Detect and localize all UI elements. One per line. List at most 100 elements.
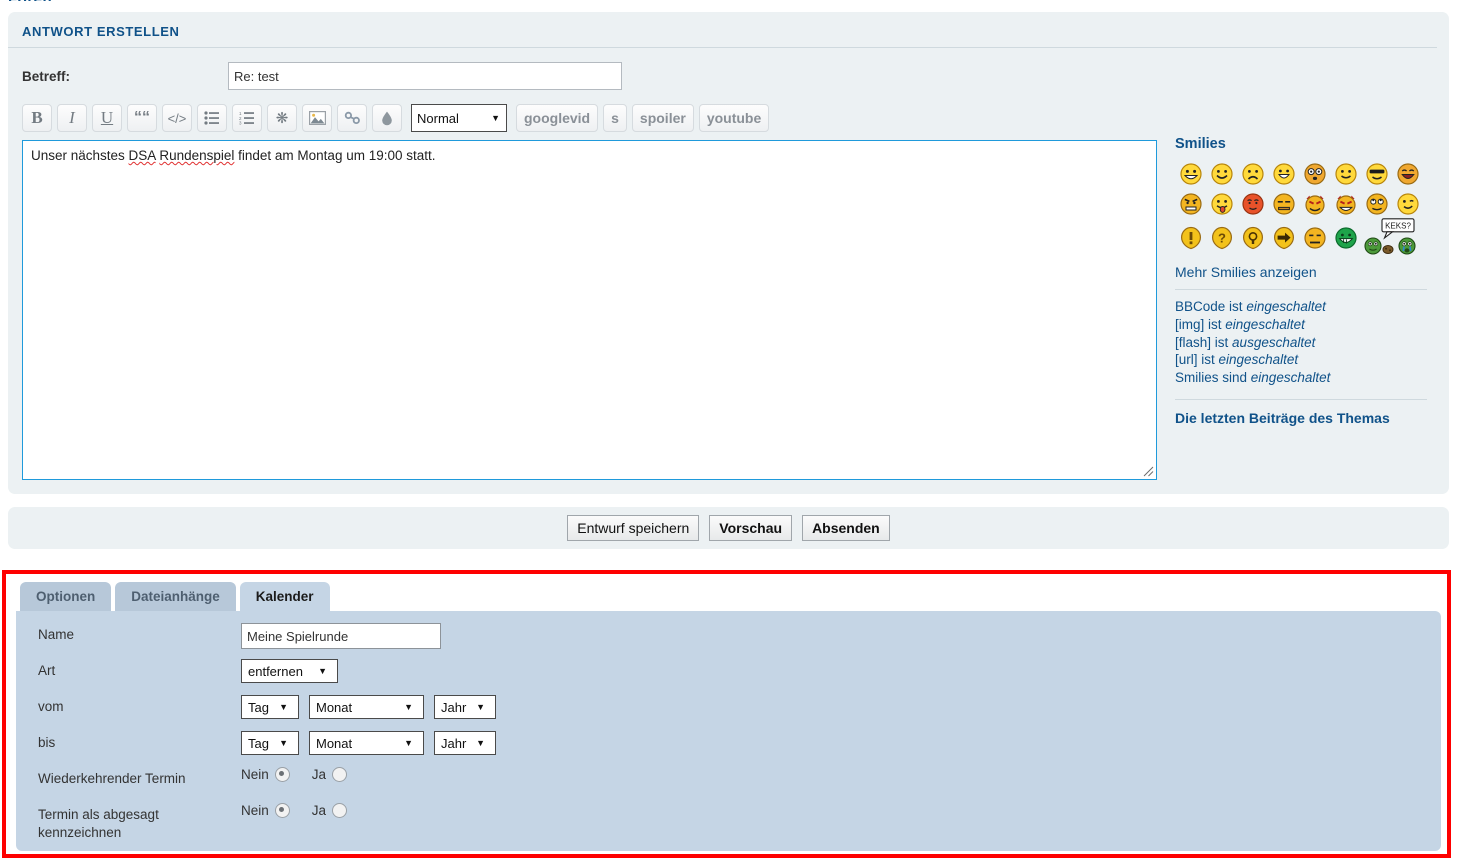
laugh-smiley[interactable]: [1392, 159, 1423, 189]
save-draft-button[interactable]: Entwurf speichern: [567, 515, 700, 541]
vom-year-select[interactable]: Jahr: [434, 695, 496, 719]
cancelled-no-option[interactable]: Nein: [241, 803, 290, 818]
event-name-input[interactable]: [241, 623, 441, 649]
art-label: Art: [38, 663, 56, 678]
greengrin-smiley[interactable]: [1330, 223, 1361, 253]
tongue-smiley[interactable]: [1206, 189, 1237, 219]
googlevid-button[interactable]: googlevid: [516, 104, 599, 132]
recurring-yes-option[interactable]: Ja: [311, 767, 348, 782]
grin-smiley[interactable]: [1175, 159, 1206, 189]
submit-button-bar: Entwurf speichern Vorschau Absenden: [8, 507, 1449, 549]
bbcode-info-row: [flash] ist ausgeschaltet: [1175, 334, 1316, 350]
vom-month-wrapper[interactable]: Monat: [309, 695, 424, 719]
subject-input[interactable]: [228, 62, 622, 90]
more-smilies-link[interactable]: Mehr Smilies anzeigen: [1175, 264, 1437, 280]
font-size-select-wrapper[interactable]: Normal: [407, 104, 511, 132]
image-icon[interactable]: [302, 104, 332, 132]
confused-smiley[interactable]: [1299, 223, 1330, 253]
name-label: Name: [38, 627, 75, 642]
arrow-smiley[interactable]: [1268, 223, 1299, 253]
cancelled-no-label: Nein: [241, 803, 269, 818]
cancelled-no-radio[interactable]: [274, 803, 290, 818]
field-row-cancelled: Termin als abgesagt kennzeichnen Nein Ja: [16, 803, 1441, 842]
evil-smiley[interactable]: [1299, 189, 1330, 219]
page-root: Foren ANTWORT ERSTELLEN Betreff: B I U “…: [0, 0, 1457, 861]
youtube-button[interactable]: youtube: [698, 104, 770, 132]
divider: [1175, 289, 1427, 290]
cancelled-yes-radio[interactable]: [332, 803, 348, 818]
ordered-list-icon[interactable]: 1 2 3: [232, 104, 262, 132]
vom-year-wrapper[interactable]: Jahr: [434, 695, 496, 719]
art-select-wrapper[interactable]: entfernen: [241, 659, 338, 683]
field-row-vom: vom Tag Monat Jahr: [16, 695, 1441, 731]
recurring-label: Wiederkehrender Termin: [38, 771, 186, 786]
cancelled-yes-label: Ja: [311, 803, 327, 818]
neutral-smiley[interactable]: [1268, 189, 1299, 219]
page-title: ANTWORT ERSTELLEN: [8, 12, 1437, 48]
bold-button[interactable]: B: [22, 104, 52, 132]
smile-smiley[interactable]: [1206, 159, 1237, 189]
unordered-list-icon[interactable]: [197, 104, 227, 132]
field-row-bis: bis Tag Monat Jahr: [16, 731, 1441, 767]
recurring-no-radio[interactable]: [274, 767, 290, 782]
blush-smiley[interactable]: [1237, 189, 1268, 219]
bbcode-info-block: BBCode ist eingeschaltet [img] ist einge…: [1175, 298, 1437, 387]
spoiler-button[interactable]: spoiler: [631, 104, 694, 132]
cool-smiley[interactable]: [1361, 159, 1392, 189]
vom-day-wrapper[interactable]: Tag: [241, 695, 299, 719]
italic-button[interactable]: I: [57, 104, 87, 132]
code-icon[interactable]: </>: [162, 104, 192, 132]
vom-month-select[interactable]: Monat: [309, 695, 424, 719]
link-icon[interactable]: [337, 104, 367, 132]
misspelled-word-rundenspiel: Rundenspiel: [159, 148, 235, 163]
bis-day-wrapper[interactable]: Tag: [241, 731, 299, 755]
wink2-smiley[interactable]: [1392, 189, 1423, 219]
exclaim-smiley[interactable]: [1175, 223, 1206, 253]
list-item-asterisk-icon[interactable]: ❋: [267, 104, 297, 132]
bis-month-select[interactable]: Monat: [309, 731, 424, 755]
tab-dateianhaenge[interactable]: Dateianhänge: [115, 582, 236, 611]
message-textarea[interactable]: Unser nächstes DSA Rundenspiel findet am…: [22, 140, 1157, 480]
preview-button[interactable]: Vorschau: [709, 515, 793, 541]
mad-smiley[interactable]: [1175, 189, 1206, 219]
cancelled-label: Termin als abgesagt kennzeichnen: [38, 807, 159, 841]
send-button[interactable]: Absenden: [802, 515, 890, 541]
vom-day-select[interactable]: Tag: [241, 695, 299, 719]
font-colour-droplet-icon[interactable]: [372, 104, 402, 132]
keks-smiley-group[interactable]: KEKS?: [1361, 218, 1423, 255]
svg-text:KEKS?: KEKS?: [1385, 222, 1411, 231]
recurring-no-option[interactable]: Nein: [241, 767, 290, 782]
calendar-tab-panel: Name Art entfernen vom: [16, 611, 1441, 851]
bis-year-wrapper[interactable]: Jahr: [434, 731, 496, 755]
last-posts-link[interactable]: Die letzten Beiträge des Themas: [1175, 410, 1437, 426]
font-size-select[interactable]: Normal: [411, 104, 507, 132]
textarea-resize-handle[interactable]: [1140, 463, 1154, 477]
rolleyes-smiley[interactable]: [1361, 189, 1392, 219]
bis-day-select[interactable]: Tag: [241, 731, 299, 755]
surprised-smiley[interactable]: [1299, 159, 1330, 189]
bis-month-wrapper[interactable]: Monat: [309, 731, 424, 755]
strike-button[interactable]: s: [603, 104, 627, 132]
calendar-highlight-box: Optionen Dateianhänge Kalender Name Art …: [2, 570, 1451, 858]
bbcode-info-row: Smilies sind eingeschaltet: [1175, 370, 1331, 386]
cancelled-yes-option[interactable]: Ja: [311, 803, 348, 818]
svg-text:3: 3: [239, 121, 242, 125]
subject-label: Betreff:: [22, 68, 71, 84]
twisted-smiley[interactable]: [1330, 189, 1361, 219]
bis-year-select[interactable]: Jahr: [434, 731, 496, 755]
sad-smiley[interactable]: [1237, 159, 1268, 189]
recurring-yes-radio[interactable]: [332, 767, 348, 782]
tab-optionen[interactable]: Optionen: [20, 582, 112, 611]
art-select[interactable]: entfernen: [241, 659, 338, 683]
divider: [1175, 399, 1427, 401]
tab-kalender[interactable]: Kalender: [239, 582, 330, 611]
happy-smiley[interactable]: [1268, 159, 1299, 189]
vom-label: vom: [38, 699, 64, 714]
idea-smiley[interactable]: [1237, 223, 1268, 253]
question-smiley[interactable]: ?: [1206, 223, 1237, 253]
recurring-yes-label: Ja: [311, 767, 327, 782]
wink-smiley[interactable]: [1330, 159, 1361, 189]
field-row-recurring: Wiederkehrender Termin Nein Ja: [16, 767, 1441, 803]
underline-button[interactable]: U: [92, 104, 122, 132]
quote-icon[interactable]: ““: [127, 104, 157, 132]
